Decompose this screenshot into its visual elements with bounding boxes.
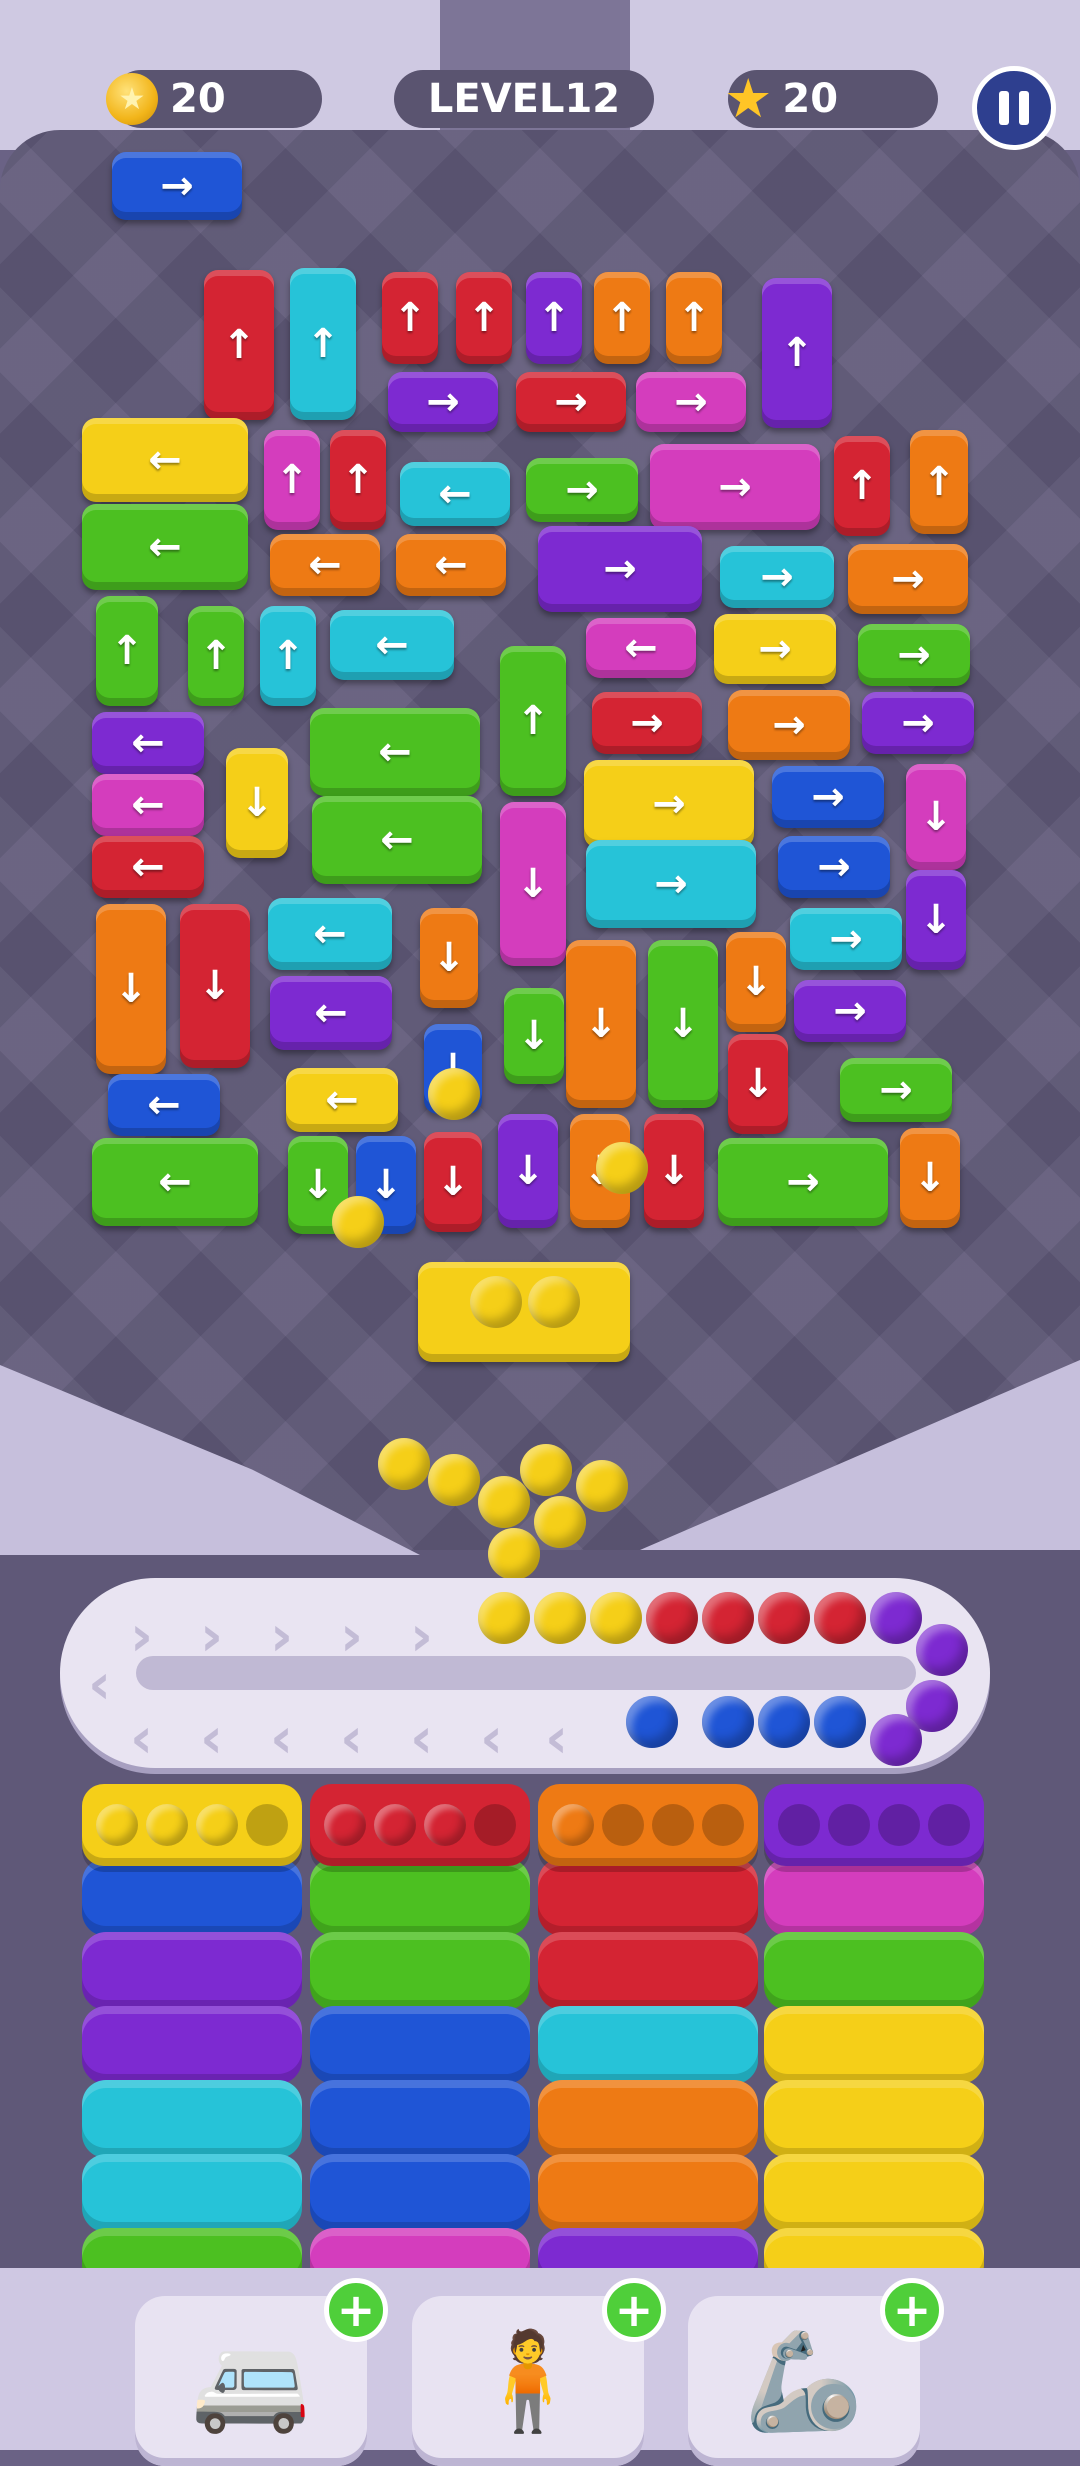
plus-icon: + bbox=[614, 2283, 654, 2337]
tray-slot bbox=[652, 1804, 694, 1846]
tray-slot bbox=[474, 1804, 516, 1846]
stack-block-blue bbox=[82, 1858, 302, 1936]
collector-tray-purple[interactable] bbox=[764, 1784, 984, 1866]
tray-slot bbox=[828, 1804, 870, 1846]
tray-ball-yellow bbox=[196, 1804, 238, 1846]
plus-icon: + bbox=[336, 2283, 376, 2337]
stack-block-red bbox=[538, 1858, 758, 1936]
stack-block-yellow bbox=[764, 2080, 984, 2158]
stack-block-blue bbox=[310, 2006, 530, 2084]
collector-tray-yellow[interactable] bbox=[82, 1784, 302, 1866]
tray-slot bbox=[928, 1804, 970, 1846]
rainbow-car-icon: 🚐 bbox=[191, 2324, 311, 2437]
collector-tray-orange[interactable] bbox=[538, 1784, 758, 1866]
stack-block-yellow bbox=[764, 2154, 984, 2232]
tray-ball-red bbox=[374, 1804, 416, 1846]
tray-slot bbox=[702, 1804, 744, 1846]
add-claw-button[interactable]: + bbox=[880, 2278, 944, 2342]
stack-block-yellow bbox=[764, 2006, 984, 2084]
stack-block-green bbox=[310, 1932, 530, 2010]
stack-block-blue bbox=[310, 2080, 530, 2158]
tray-slot bbox=[778, 1804, 820, 1846]
collector-tray-red[interactable] bbox=[310, 1784, 530, 1866]
stack-block-orange bbox=[538, 2080, 758, 2158]
plus-icon: + bbox=[892, 2283, 932, 2337]
tray-ball-orange bbox=[552, 1804, 594, 1846]
claw-icon: 🦾 bbox=[744, 2324, 864, 2437]
swap-person-icon: 🧍 bbox=[468, 2324, 588, 2437]
tray-slot bbox=[246, 1804, 288, 1846]
stack-block-purple bbox=[82, 1932, 302, 2010]
tray-slot bbox=[878, 1804, 920, 1846]
stack-block-blue bbox=[310, 2154, 530, 2232]
stack-block-cyan bbox=[538, 2006, 758, 2084]
tray-ball-red bbox=[324, 1804, 366, 1846]
stack-block-purple bbox=[82, 2006, 302, 2084]
add-rainbow-car-button[interactable]: + bbox=[324, 2278, 388, 2342]
stack-block-cyan bbox=[82, 2154, 302, 2232]
sort-columns bbox=[0, 0, 1080, 2300]
stack-block-orange bbox=[538, 2154, 758, 2232]
tray-ball-red bbox=[424, 1804, 466, 1846]
stack-block-green bbox=[310, 1858, 530, 1936]
add-swap-button[interactable]: + bbox=[602, 2278, 666, 2342]
stack-block-cyan bbox=[82, 2080, 302, 2158]
stack-block-red bbox=[538, 1932, 758, 2010]
stack-block-magenta bbox=[764, 1858, 984, 1936]
tray-slot bbox=[602, 1804, 644, 1846]
tray-ball-yellow bbox=[96, 1804, 138, 1846]
stack-block-green bbox=[764, 1932, 984, 2010]
tray-ball-yellow bbox=[146, 1804, 188, 1846]
